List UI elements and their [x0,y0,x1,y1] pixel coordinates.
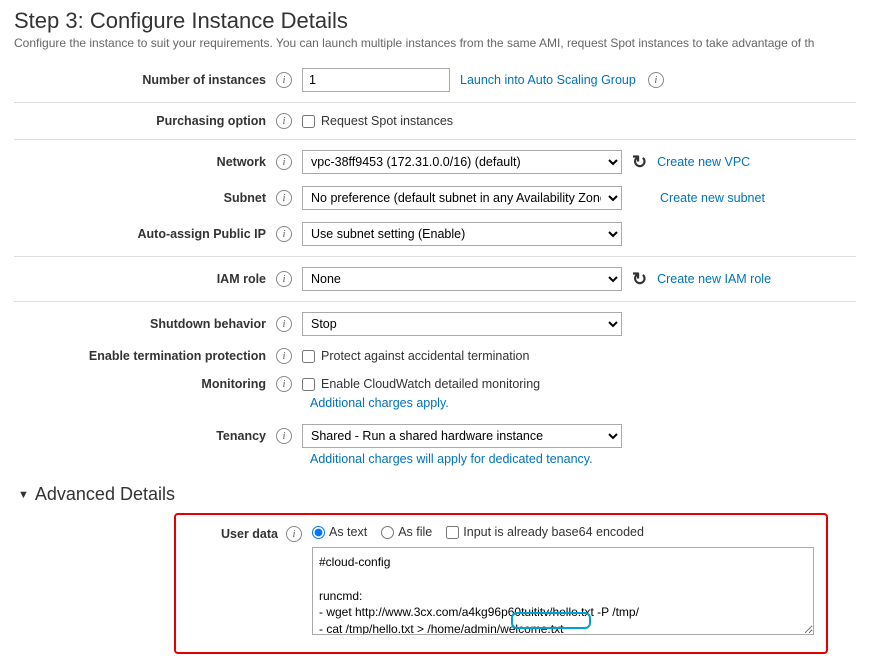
termprotect-checkbox-label[interactable]: Protect against accidental termination [302,349,529,363]
tenancy-select[interactable]: Shared - Run a shared hardware instance [302,424,622,448]
info-icon[interactable]: i [286,526,302,542]
publicip-label: Auto-assign Public IP [14,227,274,241]
info-icon[interactable]: i [276,154,292,170]
divider [14,102,856,103]
termprotect-text: Protect against accidental termination [321,349,529,363]
info-icon[interactable]: i [276,428,292,444]
advanced-details-title: Advanced Details [35,484,175,505]
divider [14,301,856,302]
userdata-b64-label: Input is already base64 encoded [463,525,644,539]
userdata-astext-label: As text [329,525,367,539]
create-vpc-link[interactable]: Create new VPC [657,155,750,169]
purchasing-label: Purchasing option [14,114,274,128]
monitoring-charges-link[interactable]: Additional charges apply. [310,396,856,410]
iam-select[interactable]: None [302,267,622,291]
create-subnet-link[interactable]: Create new subnet [660,191,765,205]
divider [14,139,856,140]
userdata-textarea[interactable] [312,547,814,635]
shutdown-label: Shutdown behavior [14,317,274,331]
userdata-label: User data [188,525,284,541]
userdata-asfile-label: As file [398,525,432,539]
subnet-label: Subnet [14,191,274,205]
info-icon[interactable]: i [276,190,292,206]
iam-label: IAM role [14,272,274,286]
userdata-asfile-radio[interactable] [381,526,394,539]
tenancy-label: Tenancy [14,429,274,443]
userdata-astext-radio[interactable] [312,526,325,539]
info-icon[interactable]: i [276,72,292,88]
num-instances-input[interactable] [302,68,450,92]
create-iam-link[interactable]: Create new IAM role [657,272,771,286]
monitoring-checkbox[interactable] [302,378,315,391]
termprotect-label: Enable termination protection [14,349,274,363]
shutdown-select[interactable]: Stop [302,312,622,336]
publicip-select[interactable]: Use subnet setting (Enable) [302,222,622,246]
monitoring-text: Enable CloudWatch detailed monitoring [321,377,540,391]
subnet-select[interactable]: No preference (default subnet in any Ava… [302,186,622,210]
monitoring-label: Monitoring [14,377,274,391]
spot-checkbox[interactable] [302,115,315,128]
refresh-icon[interactable]: ↻ [632,152,647,173]
refresh-icon[interactable]: ↻ [632,269,647,290]
divider [14,256,856,257]
info-icon[interactable]: i [276,348,292,364]
info-icon[interactable]: i [276,226,292,242]
network-label: Network [14,155,274,169]
page-title: Step 3: Configure Instance Details [14,8,856,34]
spot-checkbox-label[interactable]: Request Spot instances [302,114,453,128]
info-icon[interactable]: i [276,316,292,332]
info-icon[interactable]: i [276,271,292,287]
page-subtitle: Configure the instance to suit your requ… [14,36,856,50]
auto-scaling-link[interactable]: Launch into Auto Scaling Group [460,73,636,87]
caret-down-icon: ▼ [18,489,29,501]
info-icon[interactable]: i [648,72,664,88]
userdata-b64-checkbox[interactable] [446,526,459,539]
termprotect-checkbox[interactable] [302,350,315,363]
spot-checkbox-text: Request Spot instances [321,114,453,128]
tenancy-charges-link[interactable]: Additional charges will apply for dedica… [310,452,856,466]
advanced-details-toggle[interactable]: ▼ Advanced Details [18,484,856,505]
userdata-callout: User data i As text As file Input is alr… [174,513,828,654]
network-select[interactable]: vpc-38ff9453 (172.31.0.0/16) (default) [302,150,622,174]
info-icon[interactable]: i [276,113,292,129]
num-instances-label: Number of instances [14,73,274,87]
info-icon[interactable]: i [276,376,292,392]
monitoring-checkbox-label[interactable]: Enable CloudWatch detailed monitoring [302,377,540,391]
